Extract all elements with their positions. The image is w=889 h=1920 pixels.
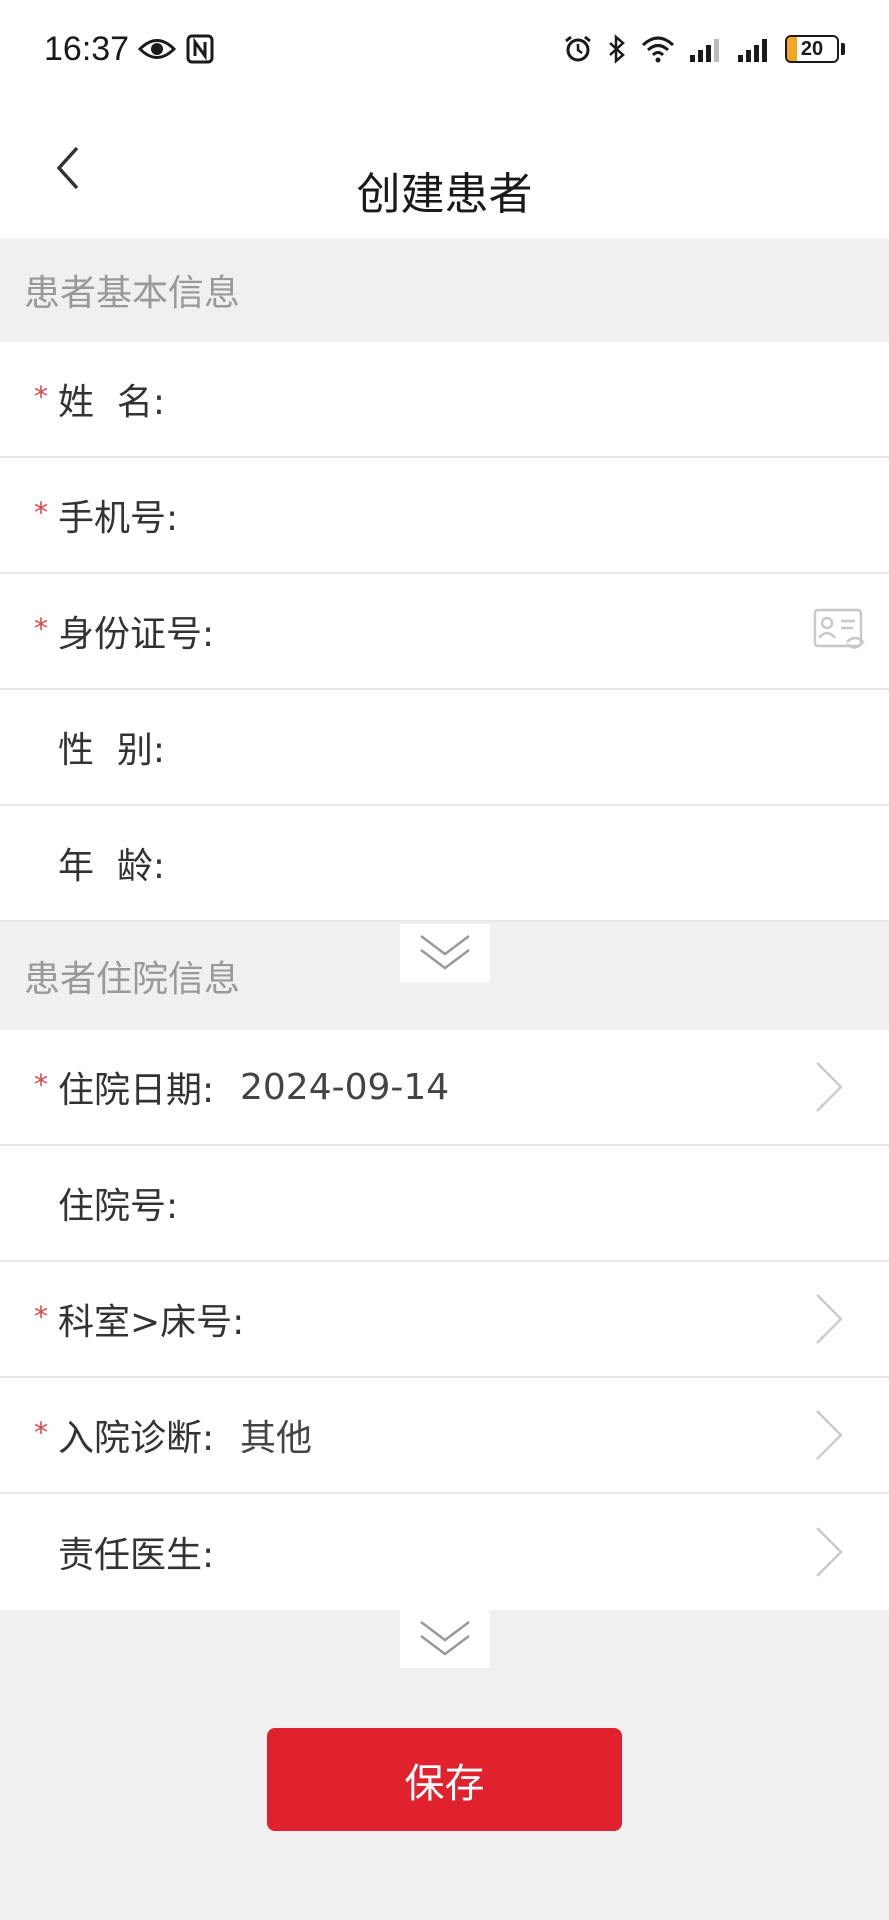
- required-mark: *: [34, 1068, 48, 1101]
- required-mark: *: [34, 380, 48, 413]
- admission-number-label: 住院号:: [58, 1186, 179, 1227]
- name-label: 姓 名:: [58, 382, 166, 423]
- id-card-scan-icon[interactable]: [813, 608, 867, 654]
- phone-label: 手机号:: [58, 498, 179, 539]
- id-number-label: 身份证号:: [58, 614, 215, 655]
- battery-icon: 20: [785, 35, 839, 63]
- required-mark: *: [34, 1300, 48, 1333]
- section-basic-info-header: 患者基本信息: [0, 238, 889, 342]
- phone-field[interactable]: * 手机号:: [0, 458, 889, 574]
- id-number-field[interactable]: * 身份证号:: [0, 574, 889, 690]
- required-mark: *: [34, 496, 48, 529]
- nav-bar: 创建患者: [0, 100, 889, 238]
- battery-level: 20: [800, 37, 824, 60]
- status-time: 16:37: [44, 30, 130, 68]
- admission-date-label: 住院日期:: [58, 1070, 215, 1111]
- wifi-icon: [641, 36, 675, 63]
- name-field[interactable]: * 姓 名:: [0, 342, 889, 458]
- admission-date-value: 2024-09-14: [240, 1066, 450, 1108]
- chevron-down-icon: [420, 1621, 470, 1656]
- signal-icon: [690, 39, 719, 62]
- chevron-right-icon: [816, 1294, 843, 1344]
- age-field[interactable]: 年 龄:: [0, 806, 889, 922]
- chevron-right-icon: [816, 1527, 843, 1577]
- collapse-hospital-button[interactable]: [400, 1610, 490, 1668]
- collapse-basic-button[interactable]: [400, 924, 490, 982]
- save-button[interactable]: 保存: [267, 1728, 622, 1831]
- gender-field[interactable]: 性 别:: [0, 690, 889, 806]
- chevron-right-icon: [816, 1410, 843, 1460]
- admission-number-field[interactable]: 住院号:: [0, 1146, 889, 1262]
- age-label: 年 龄:: [58, 846, 166, 887]
- doctor-field[interactable]: 责任医生:: [0, 1494, 889, 1610]
- alarm-icon: [565, 35, 591, 62]
- dept-bed-label: 科室>床号:: [58, 1302, 245, 1343]
- admission-date-field[interactable]: * 住院日期: 2024-09-14: [0, 1030, 889, 1146]
- eye-icon: [138, 39, 176, 59]
- nfc-icon: [186, 34, 214, 64]
- dept-bed-field[interactable]: * 科室>床号:: [0, 1262, 889, 1378]
- signal-icon: [738, 39, 767, 62]
- bluetooth-icon: [609, 34, 625, 64]
- required-mark: *: [34, 1416, 48, 1449]
- diagnosis-label: 入院诊断:: [58, 1418, 215, 1459]
- page-title: 创建患者: [356, 169, 533, 220]
- gender-label: 性 别:: [58, 730, 166, 771]
- chevron-down-icon: [420, 935, 470, 970]
- diagnosis-field[interactable]: * 入院诊断: 其他: [0, 1378, 889, 1494]
- status-bar: 16:37 20: [0, 0, 889, 100]
- doctor-label: 责任医生:: [58, 1535, 215, 1576]
- chevron-right-icon: [816, 1062, 843, 1112]
- required-mark: *: [34, 612, 48, 645]
- diagnosis-value: 其他: [240, 1418, 313, 1459]
